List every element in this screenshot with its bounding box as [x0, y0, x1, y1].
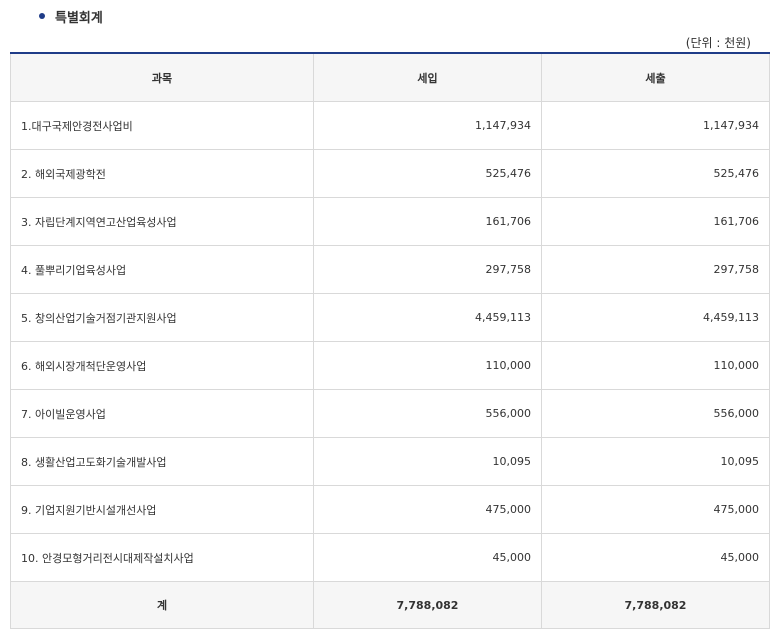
row-revenue: 297,758 [313, 245, 542, 294]
row-expenditure: 297,758 [541, 245, 770, 294]
table-header-row: 과목 세입 세출 [10, 53, 770, 102]
row-expenditure: 45,000 [541, 533, 770, 582]
total-row: 계 7,788,082 7,788,082 [10, 581, 770, 629]
row-subject: 9. 기업지원기반시설개선사업 [10, 485, 314, 534]
section-title: 특별회계 [55, 10, 103, 26]
row-revenue: 475,000 [313, 485, 542, 534]
table-row: 2. 해외국제광학전 525,476 525,476 [10, 149, 770, 198]
row-revenue: 161,706 [313, 197, 542, 246]
table-row: 5. 창의산업기술거점기관지원사업 4,459,113 4,459,113 [10, 293, 770, 342]
table-row: 3. 자립단계지역연고산업육성사업 161,706 161,706 [10, 197, 770, 246]
row-subject: 5. 창의산업기술거점기관지원사업 [10, 293, 314, 342]
row-expenditure: 475,000 [541, 485, 770, 534]
budget-table: 과목 세입 세출 1.대구국제안경전사업비 1,147,934 1,147,93… [10, 52, 770, 629]
bullet-icon [39, 13, 45, 19]
row-expenditure: 10,095 [541, 437, 770, 486]
row-revenue: 1,147,934 [313, 101, 542, 150]
row-expenditure: 1,147,934 [541, 101, 770, 150]
unit-label: (단위 : 천원) [685, 36, 751, 50]
row-expenditure: 525,476 [541, 149, 770, 198]
row-expenditure: 4,459,113 [541, 293, 770, 342]
row-revenue: 110,000 [313, 341, 542, 390]
header-expenditure: 세출 [541, 53, 770, 102]
row-revenue: 10,095 [313, 437, 542, 486]
row-subject: 10. 안경모형거리전시대제작설치사업 [10, 533, 314, 582]
row-subject: 2. 해외국제광학전 [10, 149, 314, 198]
table-row: 8. 생활산업고도화기술개발사업 10,095 10,095 [10, 437, 770, 486]
table-row: 1.대구국제안경전사업비 1,147,934 1,147,934 [10, 101, 770, 150]
row-subject: 1.대구국제안경전사업비 [10, 101, 314, 150]
table-row: 4. 풀뿌리기업육성사업 297,758 297,758 [10, 245, 770, 294]
header-revenue: 세입 [313, 53, 542, 102]
row-subject: 4. 풀뿌리기업육성사업 [10, 245, 314, 294]
row-subject: 7. 아이빌운영사업 [10, 389, 314, 438]
row-revenue: 45,000 [313, 533, 542, 582]
table-row: 9. 기업지원기반시설개선사업 475,000 475,000 [10, 485, 770, 534]
row-subject: 6. 해외시장개척단운영사업 [10, 341, 314, 390]
table-row: 10. 안경모형거리전시대제작설치사업 45,000 45,000 [10, 533, 770, 582]
table-row: 7. 아이빌운영사업 556,000 556,000 [10, 389, 770, 438]
table-row: 6. 해외시장개척단운영사업 110,000 110,000 [10, 341, 770, 390]
row-expenditure: 110,000 [541, 341, 770, 390]
row-subject: 3. 자립단계지역연고산업육성사업 [10, 197, 314, 246]
total-expenditure: 7,788,082 [541, 581, 770, 629]
row-revenue: 4,459,113 [313, 293, 542, 342]
total-revenue: 7,788,082 [313, 581, 542, 629]
row-expenditure: 161,706 [541, 197, 770, 246]
row-expenditure: 556,000 [541, 389, 770, 438]
section-heading: 특별회계 [39, 6, 103, 26]
row-subject: 8. 생활산업고도화기술개발사업 [10, 437, 314, 486]
total-label: 계 [10, 581, 314, 629]
header-subject: 과목 [10, 53, 314, 102]
row-revenue: 525,476 [313, 149, 542, 198]
row-revenue: 556,000 [313, 389, 542, 438]
